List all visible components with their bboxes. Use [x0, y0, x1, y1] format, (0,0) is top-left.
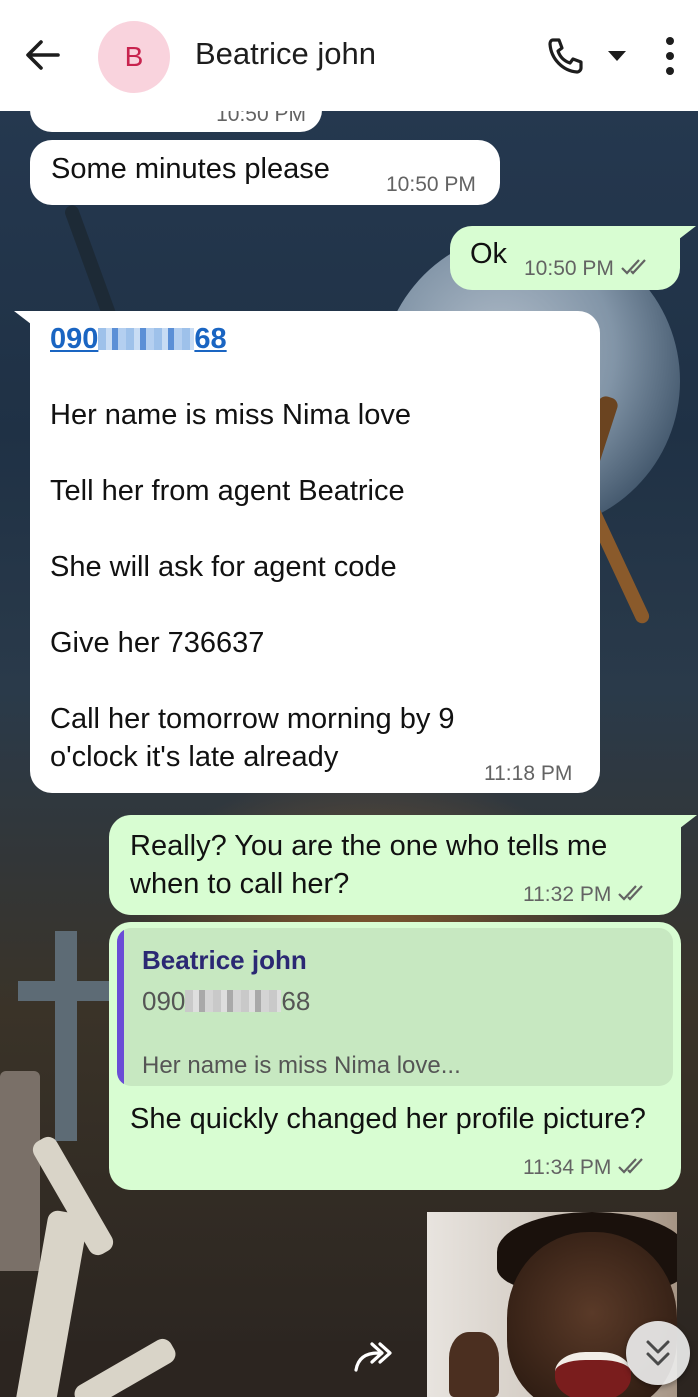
- more-options-icon[interactable]: [660, 36, 680, 76]
- quoted-message[interactable]: Beatrice john 090 68 Her name is miss Nim…: [117, 928, 673, 1086]
- read-ticks-icon: [618, 885, 644, 901]
- phone-call-icon[interactable]: [544, 36, 588, 76]
- contact-name[interactable]: Beatrice john: [195, 36, 376, 72]
- message-text: She quickly changed her profile picture?: [130, 1103, 646, 1135]
- double-chevron-down-icon: [646, 1340, 670, 1366]
- redacted-digits: [185, 990, 282, 1012]
- chat-header: B Beatrice john: [0, 0, 698, 111]
- read-ticks-icon: [621, 259, 646, 275]
- message-time: 11:34 PM: [523, 1156, 649, 1180]
- image-mouth: [555, 1352, 631, 1397]
- phone-number-link[interactable]: 090 68: [50, 323, 227, 356]
- quoted-text: Her name is miss Nima love...: [142, 1052, 461, 1079]
- message-line: Give her 736637: [50, 627, 265, 659]
- back-arrow-icon[interactable]: [22, 35, 62, 75]
- message-line: Tell her from agent Beatrice: [50, 475, 405, 507]
- image-hand: [449, 1332, 499, 1397]
- message-line: o'clock it's late already: [50, 741, 339, 773]
- wallpaper-cross: [55, 931, 77, 1141]
- message-time: 11:18 PM: [484, 762, 573, 785]
- message-line: Her name is miss Nima love: [50, 399, 411, 431]
- message-bubble-incoming[interactable]: 090 68 Her name is miss Nima love Tell he…: [30, 311, 600, 793]
- message-bubble-outgoing[interactable]: Ok 10:50 PM: [450, 226, 680, 290]
- message-text: Ok: [470, 238, 508, 270]
- message-time: 11:32 PM: [523, 883, 649, 907]
- quote-accent-bar: [117, 928, 124, 1086]
- message-time: 10:50 PM: [524, 257, 652, 281]
- message-bubble-outgoing[interactable]: Beatrice john 090 68 Her name is miss Nim…: [109, 922, 681, 1190]
- contact-avatar[interactable]: B: [98, 21, 170, 93]
- wallpaper-gravestone: [0, 1071, 40, 1271]
- message-bubble-outgoing[interactable]: Really? You are the one who tells me whe…: [109, 815, 681, 915]
- wallpaper-cross: [18, 981, 114, 1001]
- quoted-sender-name: Beatrice john: [142, 945, 307, 975]
- message-line: She will ask for agent code: [50, 551, 397, 583]
- forward-icon[interactable]: [352, 1340, 396, 1376]
- message-bubble-incoming[interactable]: Some minutes please 10:50 PM: [30, 140, 500, 205]
- scroll-to-bottom-button[interactable]: [626, 1321, 690, 1385]
- message-text: Some minutes please: [51, 153, 330, 185]
- read-ticks-icon: [618, 1158, 644, 1174]
- call-dropdown-icon[interactable]: [606, 49, 628, 63]
- quoted-phone: 090 68: [142, 986, 311, 1016]
- redacted-digits: [98, 328, 195, 350]
- message-time: 10:50 PM: [386, 173, 476, 196]
- message-line: Call her tomorrow morning by 9: [50, 703, 455, 735]
